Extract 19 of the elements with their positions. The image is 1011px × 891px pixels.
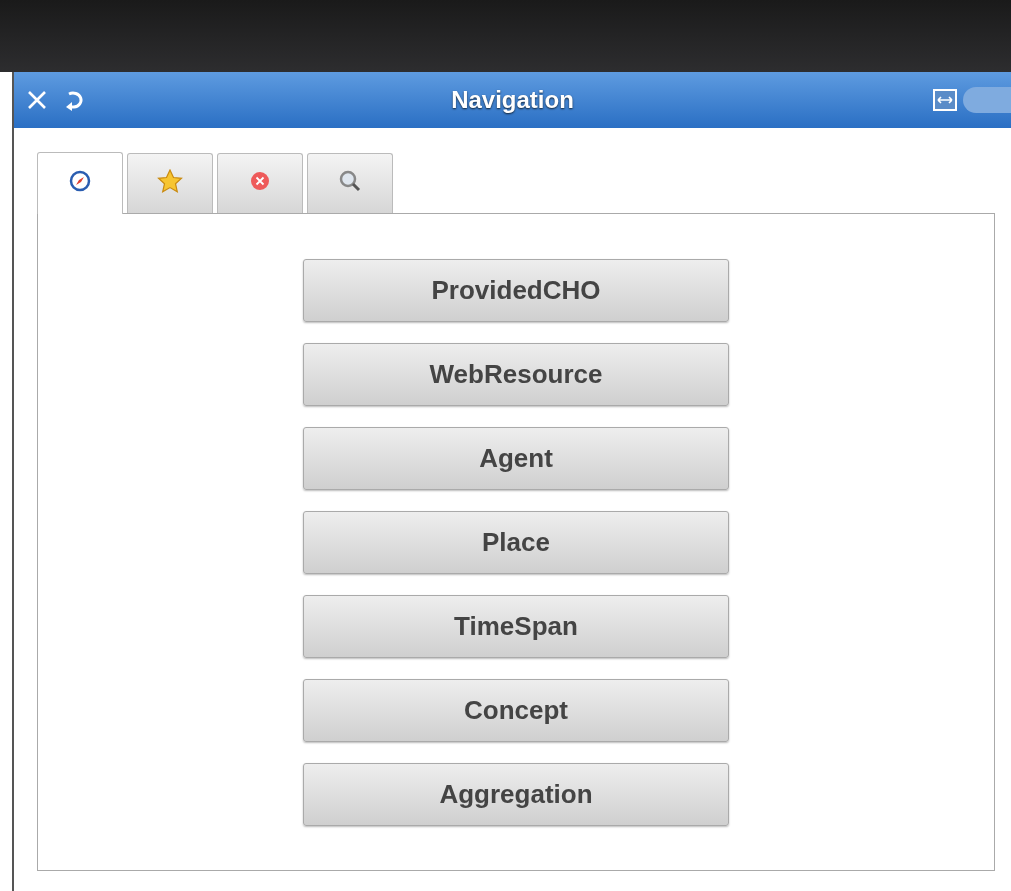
tab[interactable] (307, 153, 393, 213)
expand-icon[interactable] (933, 89, 957, 111)
star-icon (157, 168, 183, 193)
error-icon (249, 169, 271, 192)
close-icon[interactable] (26, 89, 48, 111)
tab[interactable] (127, 153, 213, 213)
navigation-button[interactable]: Aggregation (303, 763, 729, 826)
navigation-button[interactable]: ProvidedCHO (303, 259, 729, 322)
tab[interactable] (37, 152, 123, 214)
navigation-button[interactable]: TimeSpan (303, 595, 729, 658)
navigation-button[interactable]: Concept (303, 679, 729, 742)
navigation-button[interactable]: Agent (303, 427, 729, 490)
window-title: Navigation (451, 86, 574, 114)
compass-icon (69, 169, 91, 192)
tab[interactable] (217, 153, 303, 213)
titlebar-button[interactable] (963, 87, 1011, 113)
search-icon (338, 168, 362, 193)
navigation-button[interactable]: Place (303, 511, 729, 574)
navigation-button[interactable]: WebResource (303, 343, 729, 406)
